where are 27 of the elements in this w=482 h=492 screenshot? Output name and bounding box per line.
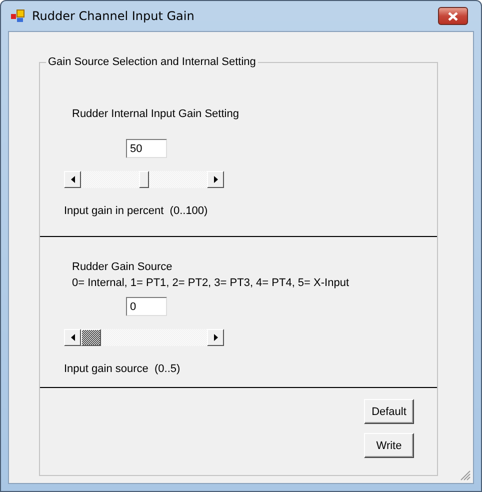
section-heading: Rudder Gain Source [72,261,172,273]
section-heading: Rudder Internal Input Gain Setting [72,108,239,120]
close-icon [448,12,458,20]
scroll-left-button[interactable] [64,329,81,346]
value-field[interactable]: 50 [126,139,167,158]
left-arrow-icon [70,176,74,183]
scroll-right-button[interactable] [207,171,224,188]
scrollbar[interactable] [64,329,224,346]
caption-text: Input gain in percent (0..100) [64,205,208,217]
scroll-right-button[interactable] [207,329,224,346]
right-arrow-icon [214,176,218,183]
window-title: Rudder Channel Input Gain [32,9,196,23]
write-button[interactable]: Write [364,433,414,458]
default-button[interactable]: Default [364,399,414,424]
scroll-thumb[interactable] [139,171,149,188]
right-arrow-icon [214,334,218,341]
legend-text: 0= Internal, 1= PT1, 2= PT2, 3= PT3, 4= PT4, 5= X-Input [72,277,349,289]
close-button[interactable] [438,7,468,25]
app-icon [10,8,26,24]
scrollbar[interactable] [64,171,224,188]
scroll-left-button[interactable] [64,171,81,188]
scroll-thumb[interactable] [81,329,101,346]
group-title: Gain Source Selection and Internal Setting [46,56,258,68]
resize-grip-icon [460,470,471,481]
left-arrow-icon [70,334,74,341]
value-field[interactable]: 0 [126,297,167,316]
caption-text: Input gain source (0..5) [64,363,180,375]
